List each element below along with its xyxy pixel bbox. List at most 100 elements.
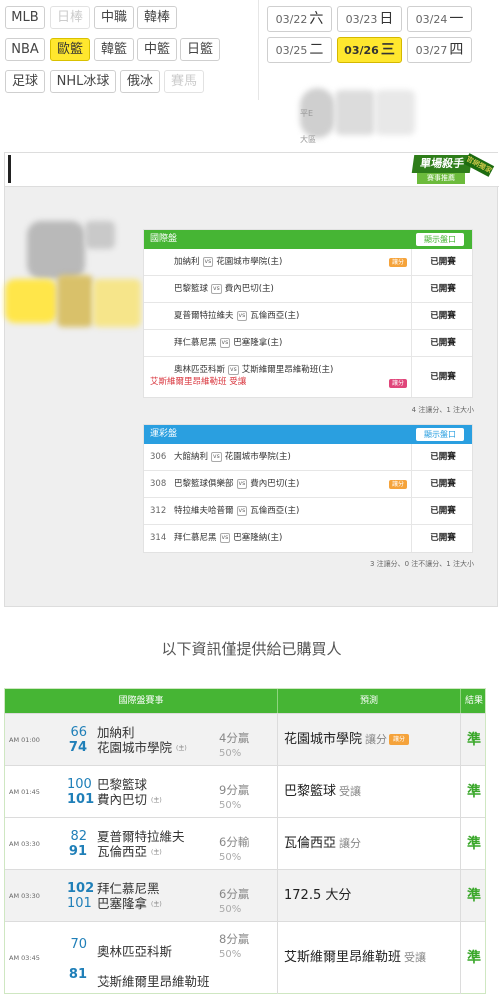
game-number: 312 [150,506,167,516]
home-mark: (主) [151,901,162,908]
team-names: 巴黎籃球 費內巴切 (主) [97,777,162,808]
home-team: 瓦倫西亞 [97,844,148,859]
home-team: 費內巴切 [97,792,148,807]
prediction-cell: 花園城市學院 讓分 讓分 [277,714,457,766]
date-dow: 六 [309,11,324,27]
tab-ru-hockey[interactable]: 俄冰 [120,70,160,93]
score-pct: 50% [219,904,242,915]
match-score: 6分贏 50% [219,887,249,917]
tab-nba[interactable]: NBA [5,38,45,61]
handicap-tag: 讓分 [389,258,407,267]
away-team: 大館納利 [174,452,209,462]
score-text: 6分輸 [219,835,250,849]
game-number: 306 [150,452,167,462]
table-row: AM 01:45 100 101 巴黎籃球 費內巴切 (主) 9分贏 50% 巴黎籃球受… [5,765,485,818]
away-team: 拜仁慕尼黑 [174,533,217,543]
match-status: 已開賽 [430,284,456,294]
intl-row: 拜仁慕尼黑 vs 巴塞隆拿(主) 已開賽 [144,330,472,357]
date-md: 03/27 [415,44,448,57]
home-mark: (主) [151,797,162,804]
blurred-text: 平E [300,109,314,118]
match-status: 已開賽 [430,452,456,462]
tab-kr-baseball[interactable]: 韓棒 [137,6,177,29]
home-num: 101 [67,792,95,807]
pick-team: 巴黎籃球 [284,784,337,799]
match-status: 已開賽 [430,506,456,516]
date-button[interactable]: 03/27 四 [407,37,472,63]
score-pct: 50% [219,852,242,863]
lottery-row-match: 308 巴黎籃球俱樂部 vs 費內巴切(主) [144,471,412,497]
match-status: 已開賽 [430,257,456,267]
team-names: 奧林匹亞科斯艾斯維爾里昂維勒班 [97,937,210,997]
vs-mark: vs [219,337,231,348]
team-names: 拜仁慕尼黑 巴塞隆拿 (主) [97,881,162,912]
table-row: AM 03:30 82 91 夏普爾特拉維夫 瓦倫西亞 (主) 6分輸 50% 瓦倫西亞… [5,817,485,870]
tab-nhl[interactable]: NHL冰球 [50,70,116,93]
date-dow: 一 [449,11,464,27]
away-team: 拜仁慕尼黑 [97,881,160,896]
score-pct: 50% [219,748,242,759]
pick-type: 讓分 [339,837,362,850]
lottery-odds-title: 運彩盤 [150,429,178,439]
home-mark: (主) [176,745,187,752]
home-mark: (主) [151,849,162,856]
header-prediction: 預測 [277,689,460,713]
match-time: AM 03:45 [9,954,40,962]
banner-header: 單場殺手 賽事推薦 官網獨家 [5,153,499,187]
blurred-yellow [5,279,57,323]
home-num: 91 [68,844,87,859]
match-time: AM 01:45 [9,788,40,796]
intl-row-match: 加納利 vs 花園城市學院(主) [144,249,412,275]
lottery-row-match: 312 特拉維夫哈普爾 vs 瓦倫西亞(主) [144,498,412,524]
match-status: 已開賽 [430,533,456,543]
single-killer-badge: 單場殺手 賽事推薦 官網獨家 [409,153,495,187]
date-button[interactable]: 03/23 日 [337,6,402,32]
pick-tag: 讓分 [389,734,410,745]
team-numbers: 82 91 [67,829,87,859]
tab-jp-baseball[interactable]: 日棒 [50,6,90,29]
blurred-text: 大區 [300,135,316,144]
blurred-block [57,275,93,327]
show-odds-button[interactable]: 顯示盤口 [416,233,464,246]
pick-team: 172.5 大分 [284,888,352,903]
match-status: 已開賽 [430,338,456,348]
tab-soccer[interactable]: 足球 [5,70,45,93]
prediction-cell: 瓦倫西亞 讓分 [277,818,457,870]
score-text: 4分贏 [219,731,250,745]
intl-row: 奧林匹亞科斯 vs 艾斯維爾里昂維勒班(主) 艾斯維爾里昂維勒班 受讓 讓分 已開賽 [144,357,472,397]
date-md: 03/25 [275,44,308,57]
away-team: 奧林匹亞科斯 [97,944,173,959]
date-button-selected[interactable]: 03/26 三 [337,37,402,63]
intl-row-match: 巴黎籃球 vs 費內巴切(主) [144,276,412,302]
match-score: 8分贏 50% [219,932,249,962]
home-team: 巴塞隆拿(主) [233,338,283,348]
date-button[interactable]: 03/25 二 [267,37,332,63]
tab-kr-basketball[interactable]: 韓籃 [94,38,134,61]
tab-euro-basketball[interactable]: 歐籃 [50,38,90,61]
tab-mlb[interactable]: MLB [5,6,45,29]
team-numbers: 70 81 [67,930,87,990]
date-button[interactable]: 03/24 一 [407,6,472,32]
date-button[interactable]: 03/22 六 [267,6,332,32]
away-team: 巴黎籃球俱樂部 [174,479,234,489]
pick-extra: 艾斯維爾里昂維勒班 受讓 [150,377,247,387]
intl-summary: 4 注讓分、1 注大小 [411,406,474,414]
home-team: 艾斯維爾里昂維勒班 [97,974,210,989]
vs-mark: vs [228,364,239,375]
purchase-notice: 以下資訊僅提供給已購買人 [161,640,342,658]
pick-team: 花園城市學院 [284,732,363,747]
banner-accent [8,155,11,183]
away-num: 70 [70,937,87,952]
intl-row: 加納利 vs 花園城市學院(主) 讓分 已開賽 [144,249,472,276]
lottery-row: 312 特拉維夫哈普爾 vs 瓦倫西亞(主) 已開賽 [144,498,472,525]
away-team: 奧林匹亞科斯 [174,365,226,375]
tab-horse-racing[interactable]: 賽馬 [164,70,204,93]
show-odds-button[interactable]: 顯示盤口 [416,428,464,441]
pick-team: 瓦倫西亞 [284,836,337,851]
home-num: 81 [68,967,87,982]
vs-mark: vs [236,478,248,489]
tab-cpbl[interactable]: 中職 [94,6,134,29]
lottery-odds-panel: 運彩盤 顯示盤口 306 大館納利 vs 花園城市學院(主) 已開賽 308 巴黎籃球俱… [143,424,473,553]
tab-cn-basketball[interactable]: 中籃 [137,38,177,61]
tab-jp-basketball[interactable]: 日籃 [180,38,220,61]
